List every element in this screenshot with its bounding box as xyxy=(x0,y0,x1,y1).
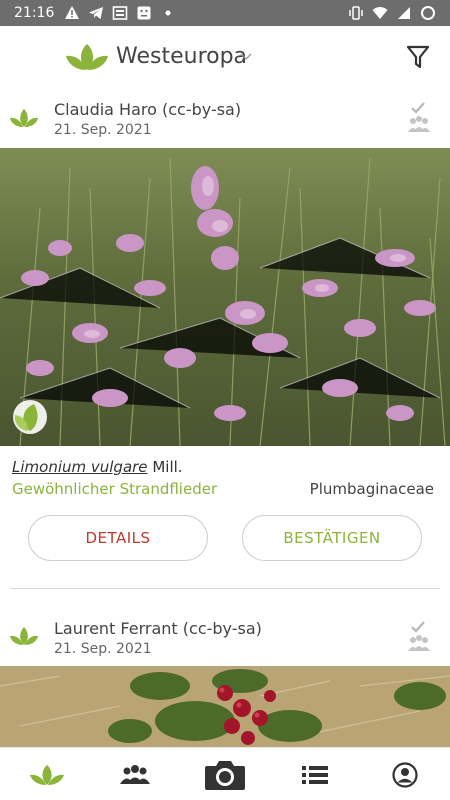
app-header: Westeuropa xyxy=(0,26,450,88)
community-validation-icon xyxy=(408,621,430,651)
app-notification-icon xyxy=(137,6,151,20)
plant-photo-image xyxy=(0,148,450,446)
dot-icon xyxy=(165,10,171,16)
wifi-icon xyxy=(372,7,388,19)
observation-photo[interactable] xyxy=(0,148,450,446)
observation-author: Claudia Haro (cc-by-sa) xyxy=(54,100,242,119)
leaf-icon xyxy=(30,764,64,785)
leaf-icon xyxy=(10,627,38,645)
camera-icon xyxy=(205,760,245,790)
filter-icon[interactable] xyxy=(406,44,430,70)
community-icon xyxy=(120,764,150,784)
profile-icon xyxy=(392,761,418,788)
nav-community[interactable] xyxy=(110,748,160,800)
list-icon xyxy=(302,765,328,784)
chevron-down-icon[interactable] xyxy=(240,52,252,62)
battery-icon xyxy=(421,6,435,20)
news-icon xyxy=(113,6,128,20)
divider xyxy=(10,588,440,589)
species-authority: Mill. xyxy=(152,458,183,476)
notification-icons xyxy=(64,5,176,21)
telegram-icon xyxy=(89,7,104,19)
leaf-icon xyxy=(10,109,38,127)
community-validation-icon xyxy=(408,102,430,132)
common-name: Gewöhnlicher Strandflieder xyxy=(12,480,218,498)
nav-observations[interactable] xyxy=(22,748,72,800)
family-name: Plumbaginaceae xyxy=(309,480,434,498)
identification-badge-icon xyxy=(13,400,47,434)
observation-date: 21. Sep. 2021 xyxy=(54,641,152,657)
details-button[interactable]: DETAILS xyxy=(28,515,208,561)
system-icons xyxy=(348,5,436,21)
vibrate-icon xyxy=(349,6,363,20)
warning-icon xyxy=(65,6,80,19)
nav-list[interactable] xyxy=(290,748,340,800)
nav-profile[interactable] xyxy=(380,748,430,800)
observation-photo[interactable] xyxy=(0,666,450,747)
status-bar: 21:16 xyxy=(0,0,450,26)
scientific-name[interactable]: Limonium vulgare xyxy=(12,458,148,476)
status-time: 21:16 xyxy=(14,5,55,21)
bottom-navigation xyxy=(0,747,450,800)
nav-camera[interactable] xyxy=(200,748,250,800)
plant-photo-image xyxy=(0,666,450,747)
observation-date: 21. Sep. 2021 xyxy=(54,122,152,138)
confirm-button[interactable]: BESTÄTIGEN xyxy=(242,515,422,561)
signal-icon xyxy=(398,7,410,19)
observation-author: Laurent Ferrant (cc-by-sa) xyxy=(54,619,262,638)
region-selector[interactable]: Westeuropa xyxy=(116,44,247,69)
plantnet-logo-icon xyxy=(66,44,108,70)
species-name[interactable]: Limonium vulgare Mill. xyxy=(12,458,183,476)
